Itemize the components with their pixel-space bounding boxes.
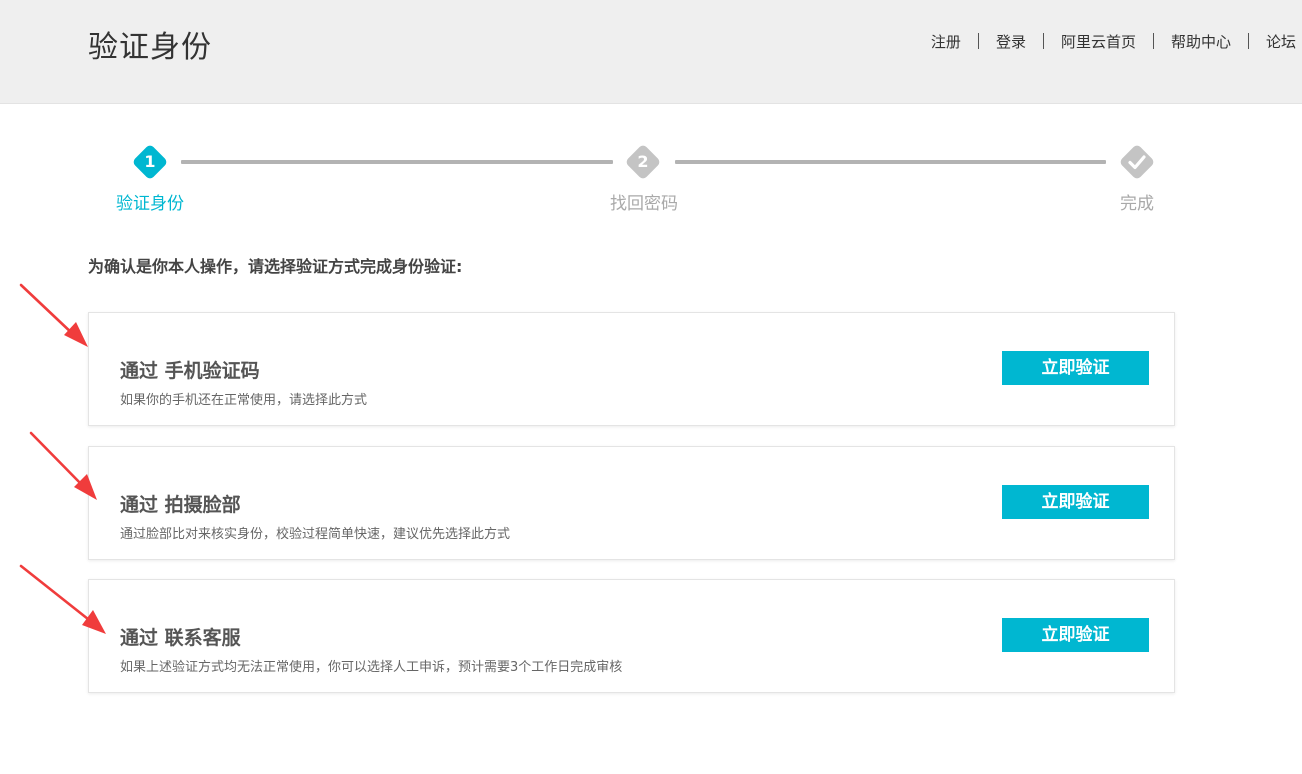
red-arrow-icon bbox=[29, 431, 97, 500]
red-arrow-icon bbox=[19, 564, 106, 634]
annotation-arrows bbox=[19, 283, 106, 634]
red-arrow-icon bbox=[19, 283, 88, 347]
